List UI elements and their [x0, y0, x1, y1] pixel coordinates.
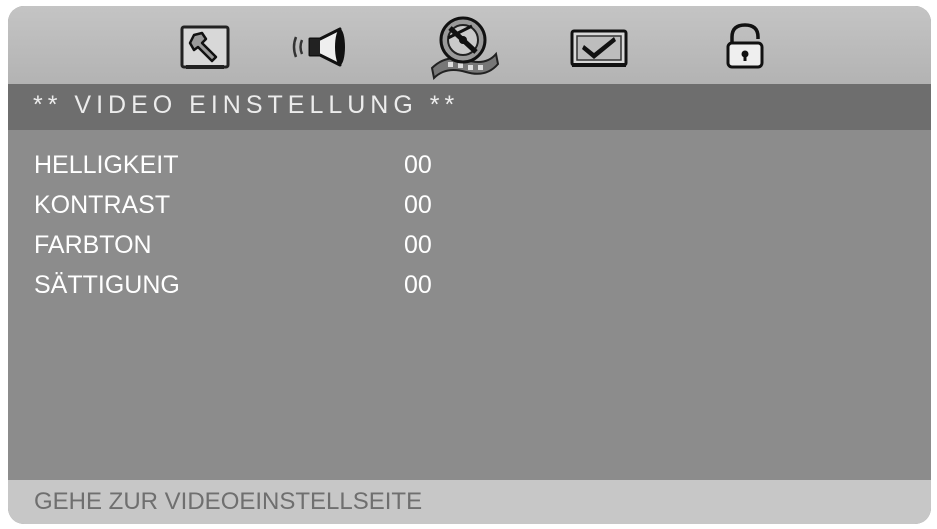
tab-preferences[interactable] [562, 14, 636, 80]
setting-row-contrast[interactable]: KONTRAST 00 [8, 186, 931, 226]
status-bar: GEHE ZUR VIDEOEINSTELLSEITE [8, 480, 931, 524]
setting-row-saturation[interactable]: SÄTTIGUNG 00 [8, 266, 931, 306]
tab-general-setup[interactable] [168, 14, 242, 80]
preferences-checkmark-icon [566, 19, 632, 75]
tab-audio-setup[interactable] [284, 14, 358, 80]
osd-menu-panel: ** VIDEO EINSTELLUNG ** HELLIGKEIT 00 KO… [8, 6, 931, 524]
settings-list: HELLIGKEIT 00 KONTRAST 00 FARBTON 00 SÄT… [8, 146, 931, 306]
tab-video-setup[interactable] [426, 14, 500, 80]
page-title-bar: ** VIDEO EINSTELLUNG ** [8, 84, 931, 130]
setting-value: 00 [404, 191, 432, 219]
setting-label: HELLIGKEIT [34, 151, 179, 179]
lock-password-icon [717, 19, 773, 75]
setting-label: SÄTTIGUNG [34, 271, 180, 299]
speaker-audio-icon [286, 19, 356, 75]
tab-password-lock[interactable] [708, 14, 782, 80]
setup-tools-icon [172, 19, 238, 75]
setting-label: FARBTON [34, 231, 152, 259]
setting-row-brightness[interactable]: HELLIGKEIT 00 [8, 146, 931, 186]
setting-value: 00 [404, 271, 432, 299]
page-title: ** VIDEO EINSTELLUNG ** [33, 91, 460, 119]
video-film-reel-icon [426, 14, 500, 80]
status-hint-text: GEHE ZUR VIDEOEINSTELLSEITE [34, 488, 423, 515]
setting-label: KONTRAST [34, 191, 171, 219]
setting-row-hue[interactable]: FARBTON 00 [8, 226, 931, 266]
setting-value: 00 [404, 231, 432, 259]
setting-value: 00 [404, 151, 432, 179]
category-tab-bar [8, 6, 931, 84]
